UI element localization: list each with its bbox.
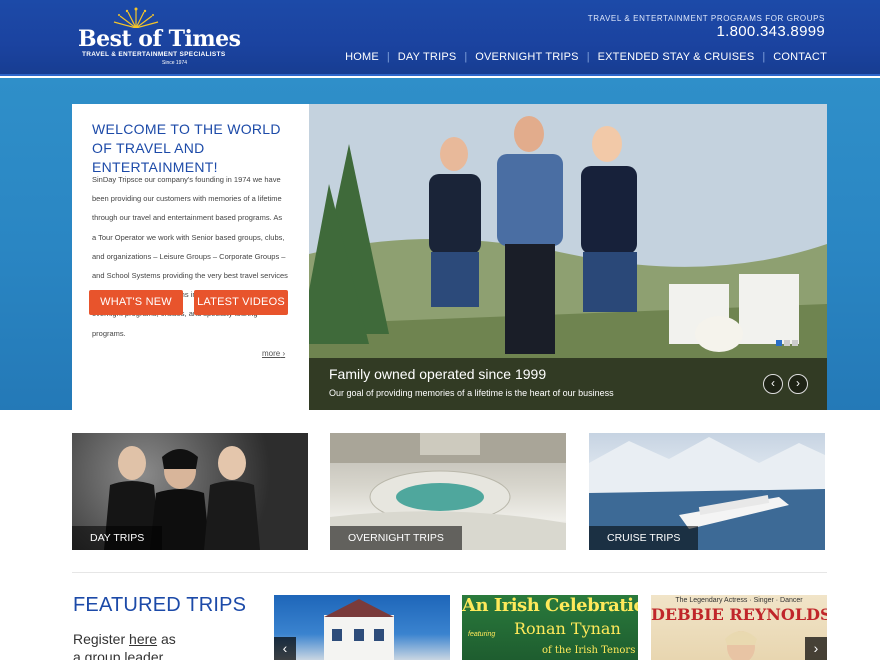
featured-next-arrow-icon[interactable]: › — [805, 637, 827, 660]
logo-since: Since 1974 — [162, 60, 188, 66]
hero-section: WELCOME TO THE WORLD OF TRAVEL AND ENTER… — [0, 78, 880, 410]
nav-divider: | — [586, 51, 590, 63]
slide-dot-1[interactable] — [776, 340, 782, 346]
logo-title: Best of Times — [78, 26, 241, 52]
nav-divider: | — [762, 51, 766, 63]
nav-divider: | — [386, 51, 390, 63]
site-logo[interactable]: Best of Times TRAVEL & ENTERTAINMENT SPE… — [76, 6, 241, 72]
irish-featuring: featuring — [468, 631, 496, 638]
main-nav: HOME | DAY TRIPS | OVERNIGHT TRIPS | EXT… — [345, 51, 827, 63]
more-link[interactable]: more › — [262, 349, 285, 358]
welcome-panel: WELCOME TO THE WORLD OF TRAVEL AND ENTER… — [72, 104, 309, 410]
slide-caption-subtitle: Our goal of providing memories of a life… — [329, 388, 614, 398]
featured-trips-title: FEATURED TRIPS — [73, 594, 247, 616]
featured-trip-1[interactable] — [274, 595, 450, 660]
more-label: more — [262, 349, 281, 358]
slide-prev-arrow-icon[interactable]: ‹ — [763, 374, 783, 394]
hero-slide-image: Family owned operated since 1999 Our goa… — [309, 104, 827, 410]
victorian-house-photo — [324, 599, 394, 660]
tile-overnight-trips[interactable]: OVERNIGHT TRIPS — [330, 433, 566, 550]
nav-day-trips[interactable]: DAY TRIPS — [398, 51, 457, 63]
slide-dot-3[interactable] — [792, 340, 798, 346]
logo-subtitle: TRAVEL & ENTERTAINMENT SPECIALISTS — [82, 51, 226, 58]
debbie-photo — [725, 631, 757, 660]
whats-new-button[interactable]: WHAT'S NEW — [89, 290, 183, 315]
featured-trip-2[interactable]: An Irish Celebration featuring Ronan Tyn… — [462, 595, 638, 660]
irish-celebration-title: An Irish Celebration — [462, 595, 638, 616]
latest-videos-button[interactable]: LATEST VIDEOS — [194, 290, 288, 315]
nav-contact[interactable]: CONTACT — [773, 51, 827, 63]
irish-performer-sub: of the Irish Tenors — [542, 645, 636, 656]
section-divider — [72, 572, 827, 573]
register-prefix: Register — [73, 631, 130, 647]
welcome-title: WELCOME TO THE WORLD OF TRAVEL AND ENTER… — [92, 121, 281, 175]
nav-overnight-trips[interactable]: OVERNIGHT TRIPS — [475, 51, 578, 63]
register-here-link[interactable]: here — [129, 631, 157, 647]
welcome-body: SinDay Tripsce our company's founding in… — [92, 175, 288, 338]
header-tagline: TRAVEL & ENTERTAINMENT PROGRAMS FOR GROU… — [587, 14, 825, 23]
tile-day-trips[interactable]: DAY TRIPS — [72, 433, 308, 550]
nav-extended-stay[interactable]: EXTENDED STAY & CRUISES — [598, 51, 755, 63]
slide-caption: Family owned operated since 1999 Our goa… — [309, 358, 827, 410]
tile-day-trips-label: DAY TRIPS — [72, 526, 163, 550]
tile-cruise-trips-label: CRUISE TRIPS — [589, 526, 699, 550]
slide-caption-title: Family owned operated since 1999 — [329, 366, 547, 382]
irish-performer-name: Ronan Tynan — [514, 619, 621, 638]
fireworks-icon — [113, 7, 159, 28]
slide-next-arrow-icon[interactable]: › — [788, 374, 808, 394]
slide-dot-2[interactable] — [784, 340, 790, 346]
nav-divider: | — [464, 51, 468, 63]
tile-overnight-trips-label: OVERNIGHT TRIPS — [330, 526, 462, 550]
nav-home[interactable]: HOME — [345, 51, 379, 63]
header-phone[interactable]: 1.800.343.8999 — [717, 23, 825, 40]
register-text: Register here as a group leader — [73, 630, 183, 660]
tile-cruise-trips[interactable]: CRUISE TRIPS — [589, 433, 825, 550]
featured-prev-arrow-icon[interactable]: ‹ — [274, 637, 296, 660]
site-header: Best of Times TRAVEL & ENTERTAINMENT SPE… — [0, 0, 880, 76]
slide-pagination — [776, 340, 798, 346]
featured-trip-3[interactable]: The Legendary Actress · Singer · Dancer … — [651, 595, 827, 660]
